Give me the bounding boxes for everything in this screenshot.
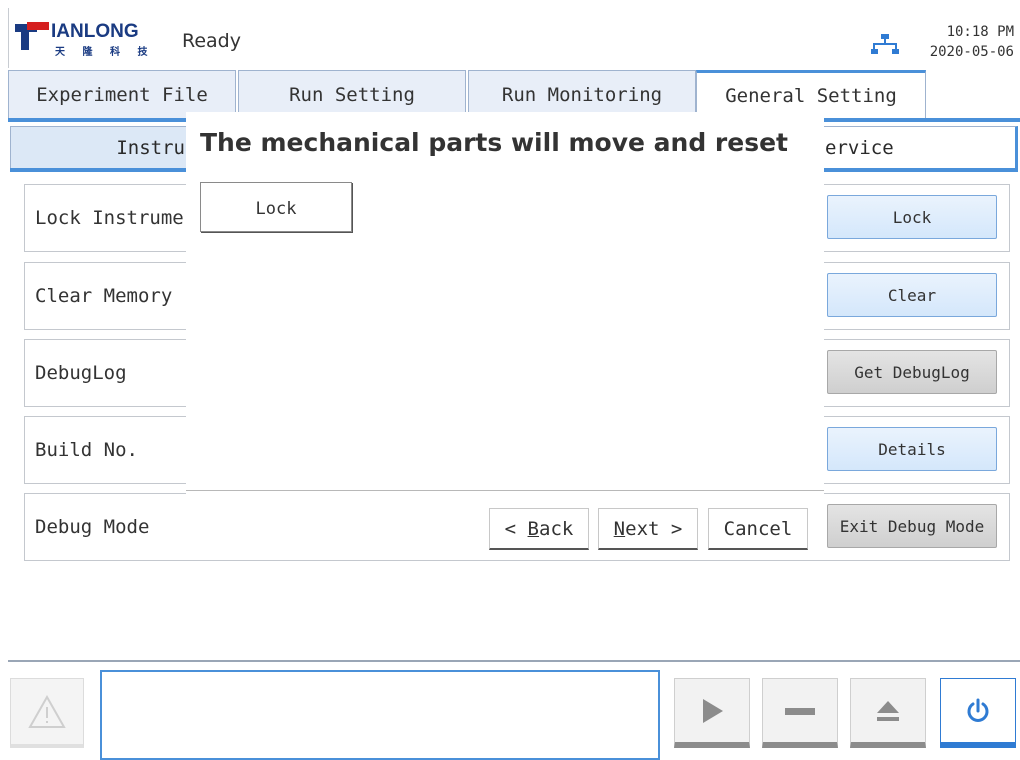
clock-date: 2020-05-06 (929, 44, 1014, 60)
lock-button[interactable]: Lock (827, 195, 997, 239)
exit-debug-mode-button[interactable]: Exit Debug Mode (827, 504, 997, 548)
row-label: Debug Mode (35, 516, 150, 538)
reset-wizard-dialog: The mechanical parts will move and reset… (186, 112, 824, 558)
subtab-service[interactable]: ervice (822, 126, 1018, 170)
logo-brand-text: IANLONG (51, 21, 139, 42)
row-label: Lock Instrume (35, 207, 184, 229)
row-label: Build No. (35, 439, 138, 461)
next-rest: ext > (625, 517, 683, 540)
wizard-title: The mechanical parts will move and reset (200, 128, 788, 157)
next-button[interactable]: Next > (598, 508, 698, 550)
wizard-separator (186, 490, 824, 491)
eject-button[interactable] (850, 678, 926, 748)
back-prefix: < (504, 517, 528, 540)
tianlong-logo: IANLONG 天 隆 科 技 (15, 21, 175, 62)
back-mnemonic: B (527, 517, 539, 540)
stop-icon (785, 707, 815, 715)
tab-general-setting[interactable]: General Setting (696, 70, 926, 118)
header-bar: IANLONG 天 隆 科 技 Ready 10:18 PM 2020-05-0… (8, 8, 1020, 68)
back-button[interactable]: < Back (489, 508, 589, 550)
row-label: Clear Memory (35, 285, 173, 307)
cancel-button[interactable]: Cancel (708, 508, 808, 550)
back-rest: ack (539, 517, 574, 540)
get-debuglog-button[interactable]: Get DebugLog (827, 350, 997, 394)
play-icon (703, 698, 723, 723)
next-mnemonic: N (613, 517, 626, 540)
eject-icon (877, 700, 899, 721)
logo-sub-text: 天 隆 科 技 (55, 47, 155, 58)
clear-button[interactable]: Clear (827, 273, 997, 317)
play-button[interactable] (674, 678, 750, 748)
warning-icon (28, 694, 66, 728)
details-button[interactable]: Details (827, 427, 997, 471)
tab-run-setting[interactable]: Run Setting (238, 70, 466, 118)
wizard-lock-button[interactable]: Lock (200, 182, 352, 232)
footer-bar (8, 660, 1020, 760)
power-icon (967, 698, 989, 722)
message-box (100, 670, 660, 760)
tab-run-monitoring[interactable]: Run Monitoring (468, 70, 696, 118)
network-icon (871, 34, 899, 54)
warning-button[interactable] (10, 678, 84, 748)
status-text: Ready (182, 30, 241, 52)
clock: 10:18 PM 2020-05-06 (930, 22, 1014, 62)
logo-mark (15, 22, 49, 50)
power-button[interactable] (940, 678, 1016, 748)
row-label: DebugLog (35, 362, 127, 384)
stop-button[interactable] (762, 678, 838, 748)
tab-experiment-file[interactable]: Experiment File (8, 70, 236, 118)
subtab-instrument[interactable]: Instru (10, 126, 190, 170)
clock-time: 10:18 PM (946, 24, 1014, 40)
